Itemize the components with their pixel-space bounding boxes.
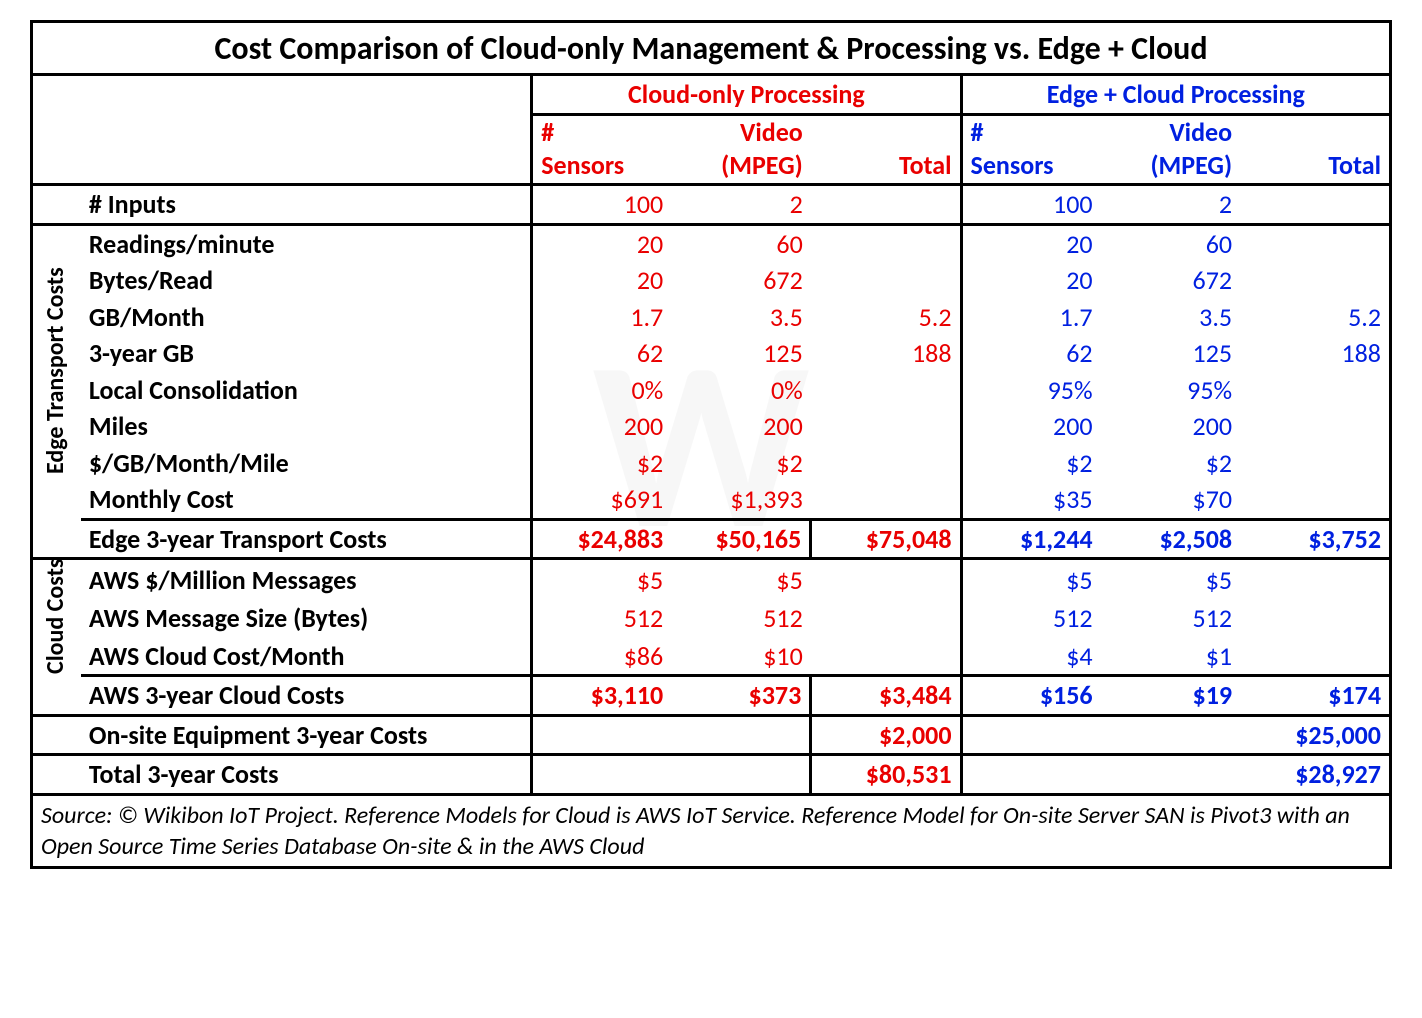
title-row: Cost Comparison of Cloud-only Management… — [32, 22, 1391, 75]
col-c-video-2: (MPEG) — [671, 149, 811, 184]
col-e-sensors-1: # — [961, 114, 1101, 149]
row-rate: $/GB/Month/Mile $2 $2 $2 $2 — [32, 445, 1391, 482]
footnote-row: Source: © Wikibon IoT Project. Reference… — [32, 794, 1391, 867]
row-awsms: AWS Message Size (Bytes) 512 512 512 512 — [32, 598, 1391, 636]
row-mcost: Monthly Cost $691 $1,393 $35 $70 — [32, 481, 1391, 519]
cloud-only-header: Cloud-only Processing — [532, 75, 961, 115]
row-consol: Local Consolidation 0% 0% 95% 95% — [32, 372, 1391, 409]
row-total: Total 3-year Costs $80,531 $28,927 — [32, 755, 1391, 795]
side-label-transport: Edge Transport Costs — [32, 224, 81, 519]
label-inputs: # Inputs — [81, 185, 532, 225]
comparison-table: W Cost Comparison of Cloud-only Manageme… — [30, 20, 1392, 869]
row-edge3: Edge 3-year Transport Costs $24,883 $50,… — [32, 519, 1391, 559]
col-e-video-1: Video — [1101, 114, 1241, 149]
row-awscm: AWS Cloud Cost/Month $86 $10 $4 $1 — [32, 636, 1391, 676]
row-inputs: # Inputs 100 2 100 2 — [32, 185, 1391, 225]
col-e-total: Total — [1240, 149, 1390, 184]
cost-table: Cost Comparison of Cloud-only Management… — [30, 20, 1392, 869]
table-title: Cost Comparison of Cloud-only Management… — [32, 22, 1391, 75]
subheader-row-1: # Video # Video — [32, 114, 1391, 149]
col-c-video-1: Video — [671, 114, 811, 149]
edge-cloud-header: Edge + Cloud Processing — [961, 75, 1390, 115]
side-label-cloud: Cloud Costs — [32, 559, 81, 676]
row-gb3: 3-year GB 62 125 188 62 125 188 — [32, 335, 1391, 372]
subheader-row-2: Sensors (MPEG) Total Sensors (MPEG) Tota… — [32, 149, 1391, 184]
col-e-video-2: (MPEG) — [1101, 149, 1241, 184]
row-awsmm: Cloud Costs AWS $/Million Messages $5 $5… — [32, 559, 1391, 599]
row-aws3: AWS 3-year Cloud Costs $3,110 $373 $3,48… — [32, 676, 1391, 716]
source-footnote: Source: © Wikibon IoT Project. Reference… — [32, 794, 1391, 867]
col-c-total: Total — [811, 149, 961, 184]
col-c-sensors-1: # — [532, 114, 672, 149]
row-gbm: GB/Month 1.7 3.5 5.2 1.7 3.5 5.2 — [32, 299, 1391, 336]
group-header-row: Cloud-only Processing Edge + Cloud Proce… — [32, 75, 1391, 115]
row-bpr: Bytes/Read 20 672 20 672 — [32, 262, 1391, 299]
col-c-sensors-2: Sensors — [532, 149, 672, 184]
row-onsite: On-site Equipment 3-year Costs $2,000 $2… — [32, 715, 1391, 755]
col-e-sensors-2: Sensors — [961, 149, 1101, 184]
row-miles: Miles 200 200 200 200 — [32, 408, 1391, 445]
row-rpm: Edge Transport Costs Readings/minute 20 … — [32, 224, 1391, 262]
